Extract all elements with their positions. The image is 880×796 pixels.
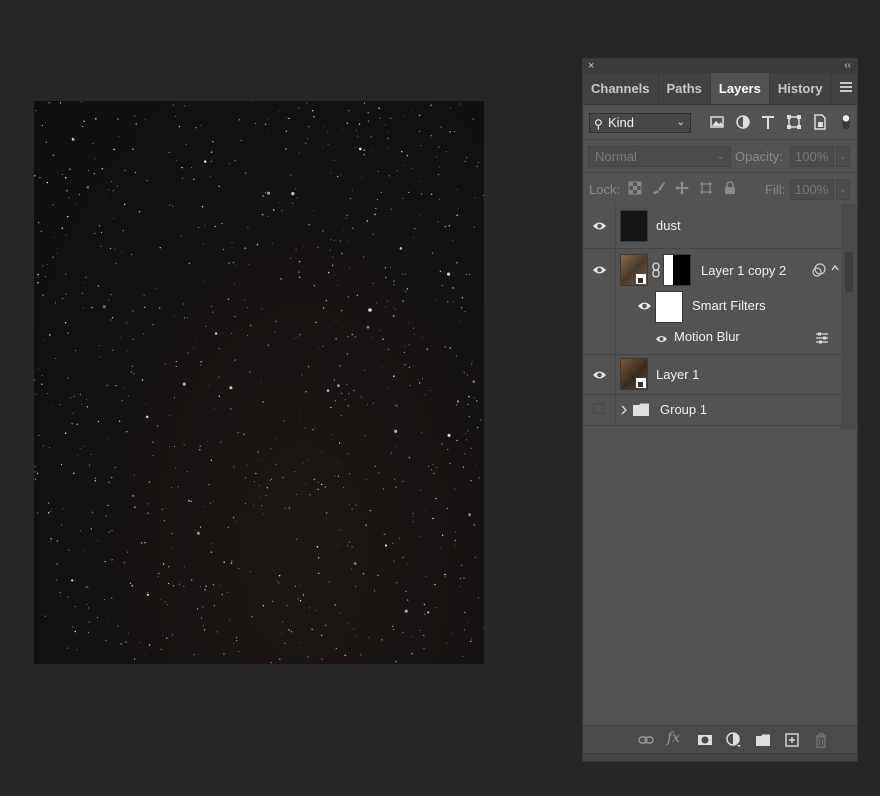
smart-filters-label[interactable]: Smart Filters	[692, 298, 766, 313]
adjustment-icon[interactable]	[726, 732, 742, 748]
layer-row-layer-1-copy-2[interactable]: Layer 1 copy 2 Smart Filters Motion Blur	[583, 249, 841, 355]
close-panel-button[interactable]: ×	[588, 59, 594, 73]
image-filter-icon[interactable]	[709, 114, 725, 130]
blend-mode-value: Normal	[595, 149, 637, 164]
smart-object-badge-icon	[636, 274, 646, 284]
panel-titlebar[interactable]: × ‹‹	[583, 59, 857, 73]
eye-icon[interactable]	[655, 334, 668, 344]
opacity-dropdown-icon[interactable]: ⌄	[836, 146, 850, 167]
eye-icon[interactable]	[592, 221, 607, 231]
tab-history[interactable]: History	[770, 73, 832, 104]
eye-icon[interactable]	[592, 370, 607, 380]
smart-object-thumbnail	[620, 254, 648, 286]
opacity-field[interactable]: 100%	[790, 146, 834, 167]
chevron-up-icon[interactable]	[831, 264, 839, 272]
fill-dropdown-icon[interactable]: ⌄	[836, 179, 850, 200]
link-chain-icon[interactable]	[651, 262, 661, 278]
opacity-label: Opacity:	[735, 149, 783, 164]
visibility-column	[583, 249, 616, 354]
filter-row: ⚲ Kind ⌄	[583, 105, 857, 140]
mask-icon[interactable]	[697, 732, 713, 748]
blend-mode-select[interactable]: Normal ⌄	[588, 146, 731, 167]
new-layer-icon[interactable]	[784, 732, 800, 748]
lock-artboard-icon[interactable]	[699, 181, 713, 195]
layer-row-dust[interactable]: dust	[583, 204, 841, 249]
fill-field[interactable]: 100%	[790, 179, 834, 200]
panel-bottom-strip	[583, 753, 857, 761]
layer-row-layer-1[interactable]: Layer 1	[583, 355, 841, 395]
panel-menu-icon[interactable]	[840, 82, 852, 94]
layer-name[interactable]: Group 1	[660, 402, 707, 417]
lock-label: Lock:	[589, 182, 621, 197]
lock-all-icon[interactable]	[723, 181, 737, 195]
lock-pixels-icon[interactable]	[652, 181, 666, 195]
fx-icon[interactable]: fx	[667, 730, 683, 746]
blend-row: Normal ⌄ Opacity: 100% ⌄	[583, 140, 857, 173]
chevron-down-icon: ⌄	[676, 117, 685, 128]
lock-position-icon[interactable]	[675, 181, 689, 195]
filter-kind-label: Kind	[608, 115, 635, 130]
lock-row: Lock: Fill: 100% ⌄	[583, 173, 857, 206]
layer-mask-thumbnail[interactable]	[663, 254, 691, 286]
smart-object-badge-icon	[636, 378, 646, 388]
tab-channels[interactable]: Channels	[583, 73, 659, 104]
layers-panel: × ‹‹ Channels Paths Layers History ⚲ Kin…	[582, 58, 858, 762]
layers-list: dust Layer 1 copy 2 Smart Filters Motion…	[583, 204, 841, 426]
chevron-down-icon: ⌄	[716, 151, 725, 162]
filter-blending-options-icon[interactable]	[815, 332, 829, 344]
smart-object-filter-icon[interactable]	[812, 114, 828, 130]
layers-scrollbar[interactable]	[841, 204, 857, 429]
hidden-visibility-box[interactable]	[593, 403, 604, 414]
scrollbar-thumb[interactable]	[845, 252, 853, 292]
layer-thumbnail	[620, 210, 648, 242]
layers-bottom-toolbar: fx	[583, 725, 857, 753]
smart-filter-mask-thumbnail[interactable]	[655, 291, 683, 323]
motion-blur-filter[interactable]: Motion Blur	[674, 329, 740, 344]
layer-name[interactable]: Layer 1	[656, 367, 699, 382]
search-icon: ⚲	[594, 117, 603, 131]
layer-row-group-1[interactable]: Group 1	[583, 395, 841, 426]
chevron-right-icon[interactable]	[621, 405, 628, 415]
collapse-panel-button[interactable]: ‹‹	[844, 59, 851, 73]
document-canvas[interactable]	[34, 101, 484, 664]
smart-object-icon	[812, 263, 826, 277]
shape-filter-icon[interactable]	[786, 114, 802, 130]
tab-layers[interactable]: Layers	[710, 73, 770, 104]
eye-icon[interactable]	[637, 301, 652, 311]
type-filter-icon[interactable]	[760, 114, 776, 130]
visibility-column	[583, 395, 616, 425]
layer-name[interactable]: dust	[656, 218, 681, 233]
filter-kind-select[interactable]: ⚲ Kind ⌄	[589, 113, 691, 133]
visibility-column	[583, 355, 616, 394]
tab-paths[interactable]: Paths	[659, 73, 711, 104]
starfield-image	[34, 101, 484, 664]
new-group-folder-icon[interactable]	[755, 732, 771, 748]
adjustment-filter-icon[interactable]	[735, 114, 751, 130]
panel-tabs: Channels Paths Layers History	[583, 73, 857, 105]
link-icon[interactable]	[638, 732, 654, 748]
layer-name[interactable]: Layer 1 copy 2	[701, 263, 786, 278]
folder-icon	[633, 403, 649, 416]
eye-icon[interactable]	[592, 265, 607, 275]
fill-label: Fill:	[765, 182, 786, 197]
smart-object-thumbnail	[620, 358, 648, 390]
visibility-column	[583, 204, 616, 248]
trash-icon[interactable]	[813, 732, 829, 748]
lock-transparency-icon[interactable]	[628, 181, 642, 195]
filter-toggle-icon[interactable]	[840, 114, 852, 130]
